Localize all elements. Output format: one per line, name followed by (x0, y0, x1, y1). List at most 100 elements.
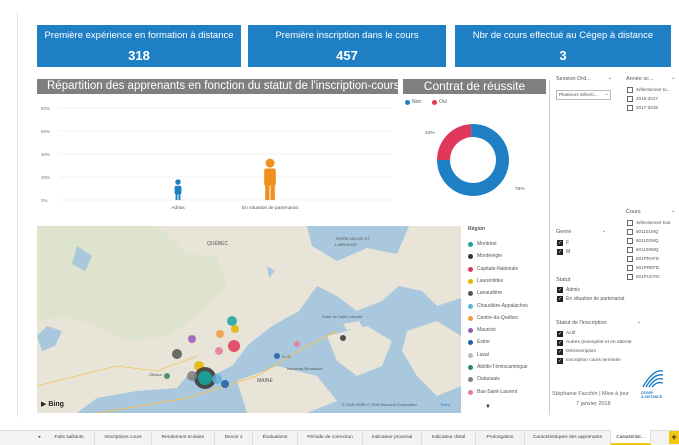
bar-chart-ytick: 60% (41, 129, 50, 134)
genre-checkbox[interactable] (557, 249, 563, 255)
kpi-title: Première expérience en formation à dista… (44, 30, 234, 41)
region-color-dot (468, 278, 473, 284)
page-tab[interactable]: Faits saillants (44, 430, 95, 445)
region-legend-item[interactable]: Capitale-Nationale (477, 266, 518, 272)
cours-checkbox[interactable] (627, 238, 633, 244)
frame-line (17, 12, 18, 417)
region-legend-item[interactable]: Lanaudière (477, 290, 502, 296)
cegep-logo-icon (641, 367, 665, 389)
tab-scroll-left-icon[interactable]: ◂ (34, 430, 44, 445)
kpi-card-first-inscription: Première inscription dans le cours 457 (248, 25, 446, 67)
annee-checkbox[interactable] (627, 87, 633, 93)
page-tab[interactable]: Prolongation (476, 430, 525, 445)
statut-inscription-checkbox[interactable] (557, 358, 563, 364)
statut-checkbox[interactable] (557, 296, 563, 302)
filter-divider (549, 80, 550, 415)
genre-option-label: F (566, 239, 570, 246)
page-tab[interactable]: Devoir 1 (215, 430, 253, 445)
region-color-dot (468, 303, 473, 309)
page-tab[interactable]: Rendement scolaire (152, 430, 215, 445)
logo-line2: À DISTANCE (641, 395, 663, 399)
region-legend-item[interactable]: Laval (477, 352, 489, 358)
cours-checkbox[interactable] (627, 265, 633, 271)
kpi-card-course-count: Nbr de cours effectué au Cégep à distanc… (455, 25, 671, 67)
map-area[interactable]: QUÉBEC TERRE-NEUVE ET LABRADOR Golfe du … (37, 226, 461, 413)
statut-filter-label: Statut (556, 277, 571, 283)
cours-option-label: 601103MQ (636, 246, 659, 252)
region-legend-item[interactable]: Montérégie (477, 253, 502, 259)
legend-oui-label: Oui (439, 99, 447, 105)
region-legend-item[interactable]: Bas-Saint-Laurent (477, 389, 517, 395)
donut-slice-non[interactable] (437, 124, 472, 160)
footer-date: 7 janvier 2018 (576, 401, 611, 407)
page-tab[interactable]: Caractéristi... (611, 430, 651, 445)
statut-option-label: En situation de partenariat (566, 295, 625, 302)
region-legend-item[interactable]: Centre-du-Québec (477, 315, 518, 321)
region-color-dot (468, 315, 473, 321)
region-legend-item[interactable]: Laurentides (477, 278, 503, 284)
bar-chart-ytick: 0% (41, 198, 48, 203)
page-tab[interactable]: Inscriptions cours (95, 430, 152, 445)
page-tab[interactable]: Période de correction (298, 430, 363, 445)
statut-inscription-checkbox[interactable] (557, 331, 563, 337)
region-legend-item[interactable]: Montréal (477, 241, 496, 247)
annee-option-label: Sélectionner to... (636, 86, 671, 92)
genre-checkbox[interactable] (557, 240, 563, 246)
annee-option-label: 2016-2017 (636, 95, 658, 101)
region-legend-item[interactable]: Chaudière-Appalaches (477, 303, 528, 309)
legend-scroll-down-icon[interactable]: ▼ (485, 404, 491, 410)
cours-option-label: 601PRAFD (636, 255, 660, 261)
session-dropdown-chevron-icon: ⌄ (604, 91, 609, 97)
annee-checkbox[interactable] (627, 105, 633, 111)
region-color-dot (468, 340, 473, 346)
session-chevron-icon[interactable]: ⌄ (608, 75, 612, 81)
cours-checkbox[interactable] (627, 247, 633, 253)
map-bubbles (164, 316, 346, 389)
statut-inscription-filter-label: Statut de l'inscription (556, 320, 607, 326)
cours-checkbox[interactable] (627, 220, 633, 226)
add-page-button[interactable]: + (669, 431, 679, 444)
bar-chart-ytick: 40% (41, 152, 50, 157)
region-legend-item[interactable]: Outaouais (477, 376, 500, 382)
cours-checkbox[interactable] (627, 256, 633, 262)
kpi-value: 457 (336, 48, 358, 63)
statut-inscription-checkbox[interactable] (557, 349, 563, 355)
bar-chart-title: Répartition des apprenants en fonction d… (37, 79, 398, 94)
region-legend-item[interactable]: Mauricie (477, 327, 496, 333)
cours-filter-label: Cours (626, 209, 641, 215)
statut-inscription-option-label: Inscription cours terminée (566, 357, 621, 363)
donut-label-non: 24% (425, 130, 435, 136)
cours-checkbox[interactable] (627, 274, 633, 280)
region-legend: Région Montréal Montérégie Capitale-Nation… (465, 226, 547, 413)
region-color-dot (468, 365, 473, 370)
genre-option-label: M (566, 248, 571, 255)
statut-inscription-chevron-icon[interactable]: ⌄ (637, 319, 641, 325)
cours-chevron-icon[interactable]: ⌄ (671, 208, 675, 214)
page-tab[interactable]: Indicateur proximal (363, 430, 422, 445)
annee-checkbox[interactable] (627, 96, 633, 102)
statut-checkbox[interactable] (557, 287, 563, 293)
cours-option-label: 601101MQ (636, 228, 659, 234)
cegep-logo-text: CÉGEP À DISTANCE (641, 391, 662, 399)
cours-option-label: 601102MQ (636, 237, 659, 243)
statut-inscription-option-label: Désinscription (566, 348, 597, 354)
page-tab[interactable]: Caractéristiques des apprenants (525, 430, 611, 445)
cours-checkbox[interactable] (627, 229, 633, 235)
region-color-dot (468, 389, 473, 395)
page-tab[interactable]: Évaluations (253, 430, 298, 445)
page-tab[interactable]: Indicateur distal (422, 430, 476, 445)
session-dropdown[interactable]: Plusieurs sélecti... ⌄ (556, 90, 611, 100)
legend-non-dot (405, 100, 410, 105)
legend-oui-dot (432, 100, 437, 105)
donut-chart: 24% 76% (425, 124, 525, 196)
genre-filter-label: Genre (556, 229, 572, 235)
session-dropdown-value: Plusieurs sélecti... (559, 93, 598, 98)
statut-inscription-checkbox[interactable] (557, 340, 563, 346)
kpi-title: Première inscription dans le cours (275, 30, 419, 41)
annee-chevron-icon[interactable]: ⌄ (671, 75, 675, 81)
genre-chevron-icon[interactable]: ⌄ (602, 228, 606, 234)
kpi-title: Nbr de cours effectué au Cégep à distanc… (472, 30, 654, 41)
region-legend-item[interactable]: Abitibi-Témiscamingue (477, 364, 528, 370)
region-legend-item[interactable]: Estrie (477, 339, 490, 345)
region-color-dot (468, 291, 473, 297)
